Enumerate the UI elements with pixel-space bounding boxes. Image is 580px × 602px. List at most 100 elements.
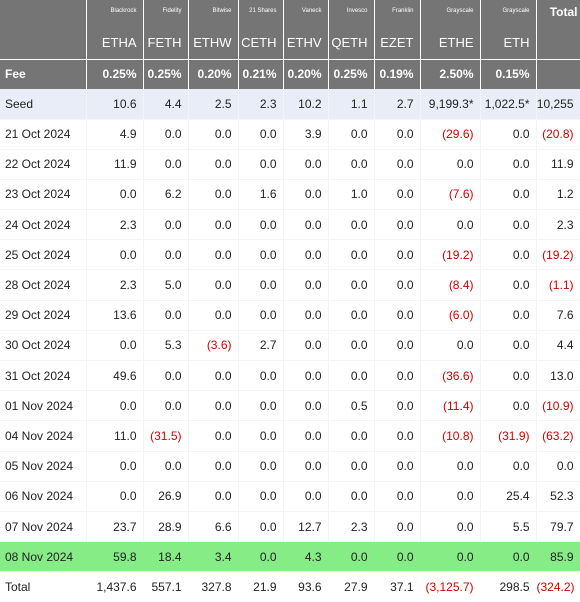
cell-value: 2.5	[188, 89, 239, 120]
cell-value: 0.0	[480, 209, 537, 241]
ticker-corner-cell	[0, 26, 87, 59]
cell-value: 0.0	[143, 360, 189, 392]
issuer-label: Grayscale	[420, 0, 481, 26]
cell-value: (10.8)	[420, 420, 481, 452]
cell-value: 0.0	[143, 451, 189, 482]
ticker-header-row: ETHA FETH ETHW CETH ETHV QETH EZET ETHE …	[0, 26, 580, 59]
cell-value: 0.0	[480, 300, 537, 331]
cell-value: 0.0	[238, 420, 284, 452]
issuer-label: Vaneck	[283, 0, 329, 26]
cell-value: 0.0	[420, 481, 481, 512]
cell-value: 0.0	[283, 360, 329, 392]
row-total: 4.4	[536, 330, 580, 362]
cell-value: 0.0	[328, 481, 375, 512]
cell-value: 0.0	[143, 390, 189, 422]
cell-value: (8.4)	[420, 269, 481, 301]
cell-value: 0.0	[238, 300, 284, 331]
cell-value: 6.6	[188, 511, 239, 543]
cell-value: 0.0	[480, 360, 537, 392]
cell-value: (19.2)	[420, 239, 481, 271]
cell-value: 0.0	[238, 390, 284, 422]
row-date: 01 Nov 2024	[0, 390, 87, 422]
cell-value: 0.0	[328, 360, 375, 392]
row-date: 25 Oct 2024	[0, 239, 87, 271]
table-row: 01 Nov 2024 0.0 0.0 0.0 0.0 0.0 0.5 0.0 (11.4) 0.…	[0, 390, 580, 422]
cell-value: 0.0	[374, 149, 421, 180]
row-total: 13.0	[536, 360, 580, 392]
cell-value: 2.7	[238, 330, 284, 362]
cell-value: (31.9)	[480, 420, 537, 452]
cell-value: 3.9	[283, 119, 329, 150]
cell-value: 0.0	[143, 119, 189, 150]
row-date: 22 Oct 2024	[0, 149, 87, 180]
table-row: 30 Oct 2024 0.0 5.3 (3.6) 2.7 0.0 0.0 0.0 0.0 0.0…	[0, 330, 580, 362]
row-total: (1.1)	[536, 269, 580, 301]
fee-value: 0.25%	[328, 58, 375, 89]
cell-value: 0.0	[86, 330, 144, 362]
cell-value: 0.0	[328, 451, 375, 482]
cell-value: 0.0	[328, 300, 375, 331]
cell-value: 0.0	[238, 209, 284, 241]
cell-value: 0.0	[328, 269, 375, 301]
totals-label: Total	[0, 571, 87, 602]
fee-value: 0.15%	[480, 58, 537, 89]
ticker-label: ETHW	[188, 26, 239, 59]
total-value: (3,125.7)	[420, 571, 481, 602]
cell-value: 0.0	[188, 300, 239, 331]
cell-value: 0.0	[238, 511, 284, 543]
cell-value: 0.0	[328, 541, 375, 573]
table-row: 04 Nov 2024 11.0 (31.5) 0.0 0.0 0.0 0.0 0.0 (10.…	[0, 420, 580, 452]
row-date: 31 Oct 2024	[0, 360, 87, 392]
cell-value: 13.6	[86, 300, 144, 331]
table-row: 29 Oct 2024 13.6 0.0 0.0 0.0 0.0 0.0 0.0 (6.0) 0.…	[0, 300, 580, 331]
cell-value: 0.0	[188, 390, 239, 422]
row-total: 11.9	[536, 149, 580, 180]
cell-value: 0.0	[480, 269, 537, 301]
fee-row: Fee 0.25% 0.25% 0.20% 0.21% 0.20% 0.25% …	[0, 58, 580, 89]
cell-value: 1.1	[328, 89, 375, 120]
cell-value: 0.0	[420, 209, 481, 241]
cell-value: 0.0	[480, 179, 537, 211]
cell-value: 0.0	[238, 239, 284, 271]
cell-value: 0.0	[283, 239, 329, 271]
cell-value: 10.6	[86, 89, 144, 120]
cell-value: 0.0	[188, 360, 239, 392]
cell-value: 0.0	[238, 481, 284, 512]
row-total: (19.2)	[536, 239, 580, 271]
issuer-label: Grayscale	[480, 0, 537, 26]
cell-value: 0.0	[374, 451, 421, 482]
row-total: 1.2	[536, 179, 580, 211]
cell-value: 3.4	[188, 541, 239, 573]
row-total: (20.8)	[536, 119, 580, 150]
total-value: 93.6	[283, 571, 329, 602]
row-label: Seed	[0, 89, 87, 120]
cell-value: 0.0	[188, 179, 239, 211]
cell-value: 0.0	[283, 390, 329, 422]
fee-value: 0.25%	[86, 58, 144, 89]
total-column-header: Total	[536, 0, 580, 26]
cell-value: 0.0	[374, 269, 421, 301]
cell-value: (29.6)	[420, 119, 481, 150]
cell-value: 59.8	[86, 541, 144, 573]
cell-value: 2.3	[86, 269, 144, 301]
cell-value: 0.0	[238, 360, 284, 392]
cell-value: 0.0	[283, 330, 329, 362]
cell-value: 0.0	[328, 119, 375, 150]
row-date: 08 Nov 2024	[0, 541, 87, 573]
cell-value: 0.0	[480, 119, 537, 150]
cell-value: (3.6)	[188, 330, 239, 362]
row-date: 07 Nov 2024	[0, 511, 87, 543]
cell-value: 0.0	[238, 149, 284, 180]
cell-value: 0.0	[283, 149, 329, 180]
issuer-label: Franklin	[374, 0, 421, 26]
cell-value: 0.0	[374, 481, 421, 512]
row-total: (10.9)	[536, 390, 580, 422]
cell-value: 0.0	[480, 541, 537, 573]
cell-value: 0.0	[238, 119, 284, 150]
fee-total-cell	[536, 58, 580, 89]
cell-value: 0.0	[374, 119, 421, 150]
table-row: 22 Oct 2024 11.9 0.0 0.0 0.0 0.0 0.0 0.0 0.0 0.0 1…	[0, 149, 580, 180]
row-total: (63.2)	[536, 420, 580, 452]
fee-value: 2.50%	[420, 58, 481, 89]
cell-value: 4.9	[86, 119, 144, 150]
